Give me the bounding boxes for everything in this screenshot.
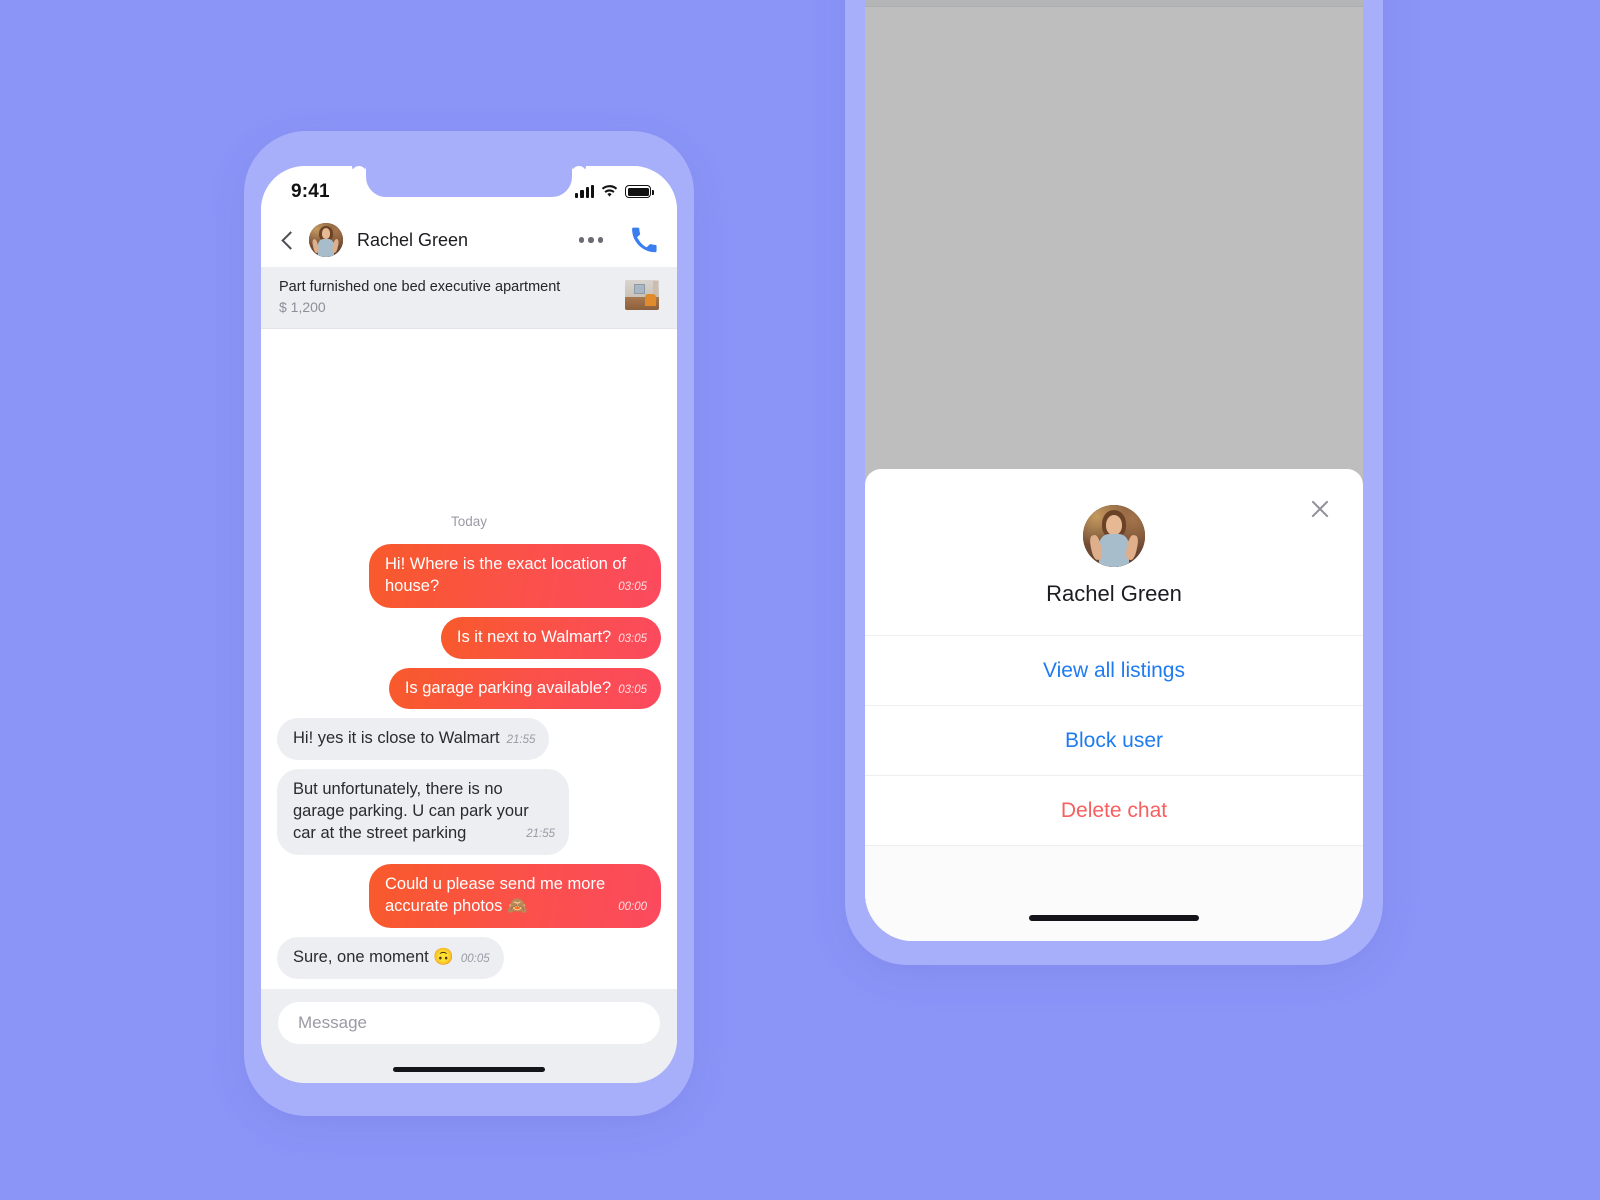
message-text: Sure, one moment 🙃	[293, 948, 454, 967]
message-time: 03:05	[618, 580, 647, 593]
battery-full-icon	[625, 185, 654, 198]
home-indicator-area	[261, 1055, 677, 1083]
home-indicator[interactable]	[393, 1066, 545, 1072]
action-sheet-header: Rachel Green	[865, 469, 1363, 636]
home-indicator[interactable]	[1029, 915, 1199, 921]
message-text: Is garage parking available?	[404, 678, 612, 697]
message-time: 21:55	[526, 828, 555, 841]
message-time: 00:05	[460, 953, 490, 966]
message-row: Hi! yes it is close to Walmart 21:55	[277, 718, 661, 761]
page-title: Rachel Green	[357, 229, 469, 250]
message-bubble-outgoing[interactable]: Could u please send me more accurate pho…	[369, 864, 661, 929]
phone-call-icon[interactable]	[631, 227, 657, 253]
day-separator: Today	[450, 513, 488, 529]
message-time: 00:00	[618, 901, 647, 914]
message-composer	[261, 989, 677, 1055]
avatar[interactable]	[309, 223, 343, 257]
message-row: Is it next to Walmart? 03:05	[277, 616, 661, 659]
message-row: Sure, one moment 🙃 00:05	[277, 937, 661, 979]
message-bubble-incoming[interactable]: But unfortunately, there is no garage pa…	[277, 769, 569, 856]
phone-device-left: 9:41 Rachel Green Part furnished one bed…	[244, 131, 694, 1116]
message-row: Could u please send me more accurate pho…	[277, 864, 661, 929]
listing-price: $ 1,200	[279, 299, 326, 316]
status-time: 9:41	[291, 180, 330, 202]
listing-text: Part furnished one bed executive apartme…	[279, 278, 615, 315]
contact-name: Rachel Green	[1046, 581, 1182, 606]
message-text: Is it next to Walmart?	[456, 627, 612, 646]
phone-screen-left: 9:41 Rachel Green Part furnished one bed…	[261, 166, 677, 1083]
message-bubble-outgoing[interactable]: Is it next to Walmart? 03:05	[440, 616, 661, 659]
message-text: Hi! Where is the exact location of house…	[385, 554, 627, 595]
listing-title: Part furnished one bed executive apartme…	[279, 279, 561, 295]
avatar	[1083, 505, 1145, 567]
cellular-signal-icon	[575, 185, 594, 198]
listing-summary-bar[interactable]: Part furnished one bed executive apartme…	[261, 267, 677, 330]
contact-action-sheet: Rachel Green View all listings Block use…	[865, 469, 1363, 941]
home-indicator-area	[865, 846, 1363, 941]
message-input[interactable]	[278, 1002, 660, 1044]
message-list: Today Hi! Where is the exact location of…	[261, 329, 677, 989]
apartment-thumbnail	[625, 280, 659, 310]
message-time: 21:55	[506, 734, 536, 747]
phone-device-right: Part furnished one bed executive apartme…	[845, 0, 1383, 965]
chevron-left-icon[interactable]	[277, 227, 299, 253]
message-row: Hi! Where is the exact location of house…	[277, 543, 661, 608]
more-horizontal-icon[interactable]	[573, 229, 610, 251]
action-view-all-listings[interactable]: View all listings	[865, 636, 1363, 706]
status-icons	[575, 185, 654, 198]
device-notch	[366, 166, 572, 197]
message-text: Hi! yes it is close to Walmart	[293, 729, 500, 748]
wifi-icon	[601, 185, 618, 198]
message-text: But unfortunately, there is no garage pa…	[293, 780, 529, 843]
phone-screen-right: Part furnished one bed executive apartme…	[865, 0, 1363, 941]
message-row: But unfortunately, there is no garage pa…	[277, 769, 661, 856]
action-delete-chat[interactable]: Delete chat	[865, 776, 1363, 846]
message-bubble-outgoing[interactable]: Hi! Where is the exact location of house…	[369, 543, 661, 608]
message-bubble-incoming[interactable]: Hi! yes it is close to Walmart 21:55	[277, 718, 550, 761]
message-time: 03:05	[618, 683, 647, 696]
message-row: Is garage parking available? 03:05	[277, 667, 661, 710]
chat-header: Rachel Green	[261, 213, 677, 267]
message-text: Could u please send me more accurate pho…	[385, 875, 606, 916]
action-block-user[interactable]: Block user	[865, 706, 1363, 776]
message-time: 03:05	[618, 632, 647, 645]
message-bubble-incoming[interactable]: Sure, one moment 🙃 00:05	[277, 937, 504, 979]
message-bubble-outgoing[interactable]: Is garage parking available? 03:05	[388, 667, 661, 710]
close-icon[interactable]	[1307, 496, 1333, 522]
